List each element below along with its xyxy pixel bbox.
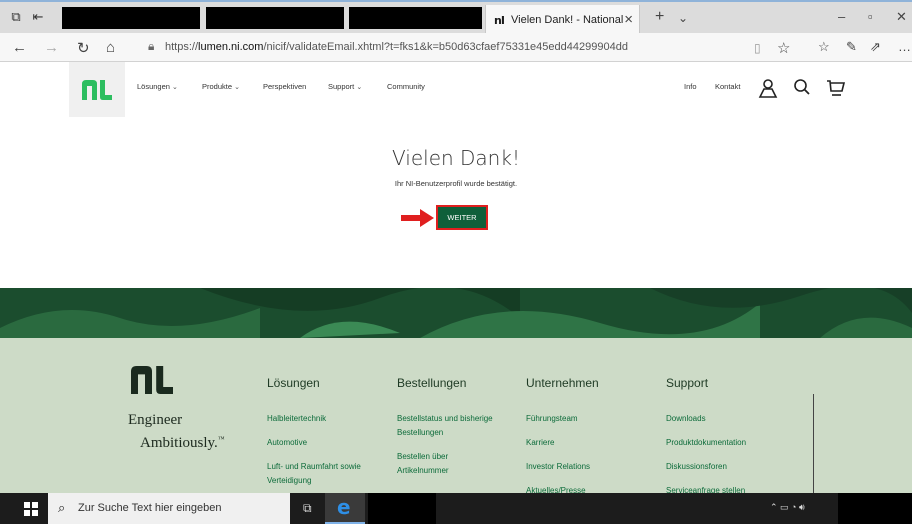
reading-view-icon[interactable]: ▯ [754, 41, 761, 55]
decorative-banner [0, 288, 912, 338]
home-icon[interactable]: ⌂ [106, 39, 115, 56]
search-icon: ⌕ [58, 500, 66, 515]
footer-link[interactable]: Karriere [526, 436, 644, 450]
share-icon[interactable]: ⇗ [870, 39, 881, 55]
lock-icon[interactable]: 🔒︎ [148, 39, 154, 54]
confirmation-message: Ihr NI-Benutzerprofil wurde bestätigt. [394, 179, 518, 188]
footer-column-unternehmen: Unternehmen Führungsteam Karriere Invest… [526, 376, 644, 493]
footer-link[interactable]: Investor Relations [526, 460, 644, 474]
chevron-down-icon: ⌄ [356, 84, 363, 91]
windows-taskbar: ⌕ Zur Suche Text hier eingeben ⧉ e ⌃ ▭ ◔… [0, 493, 912, 524]
page-title: Vielen Dank! [392, 146, 520, 170]
ni-footer-logo[interactable] [130, 366, 174, 394]
redacted-tab[interactable] [62, 7, 200, 29]
ni-favicon-icon: nI [494, 14, 505, 27]
favorites-list-icon[interactable]: ☆ [818, 39, 830, 55]
nav-info[interactable]: Info [684, 82, 697, 91]
task-view-icon[interactable]: ⧉ [303, 501, 312, 516]
footer-link[interactable]: Produktdokumentation [666, 436, 784, 450]
tab-title: Vielen Dank! - National [511, 14, 624, 26]
nav-loesungen[interactable]: Lösungen ⌄ [137, 82, 178, 91]
footer-heading: Support [666, 376, 709, 390]
footer-column-bestellungen: Bestellungen Bestellstatus und bisherige… [397, 376, 515, 488]
back-icon[interactable]: ← [12, 39, 27, 56]
set-aside-tabs-icon[interactable]: ⇤ [30, 10, 46, 24]
footer-link[interactable]: Downloads [666, 412, 784, 426]
site-header: Lösungen ⌄ Produkte ⌄ Perspektiven Suppo… [0, 62, 912, 117]
red-arrow-icon [401, 209, 434, 227]
footer-divider [813, 394, 814, 493]
footer-heading: Lösungen [267, 376, 320, 390]
chevron-down-icon: ⌄ [172, 84, 178, 91]
url-field[interactable]: https://lumen.ni.com/nicif/validateEmail… [165, 41, 628, 53]
refresh-icon[interactable]: ↻ [77, 39, 90, 57]
redacted-taskbar-item[interactable] [368, 493, 436, 524]
footer-link[interactable]: Luft- und Raumfahrt sowie Verteidigung [267, 460, 385, 488]
search-icon[interactable] [793, 78, 811, 96]
forward-icon[interactable]: → [44, 39, 59, 56]
footer-link[interactable]: Serviceanfrage stellen [666, 484, 784, 493]
edge-icon: e [337, 495, 351, 519]
restore-icon[interactable]: ▫ [868, 9, 873, 24]
nav-support[interactable]: Support ⌄ [328, 82, 362, 91]
footer-link[interactable]: Bestellstatus und bisherige Bestellungen [397, 412, 515, 440]
address-bar: ← → ↻ ⌂ 🔒︎ https://lumen.ni.com/nicif/va… [0, 33, 912, 62]
notes-pen-icon[interactable]: ✎ [846, 39, 857, 55]
footer-column-support: Support Downloads Produktdokumentation D… [666, 376, 784, 493]
footer-link[interactable]: Bestellen über Artikelnummer [397, 450, 487, 478]
system-tray-icons[interactable]: ⌃ ▭ ◔ 🔊︎ [770, 502, 805, 513]
taskbar-search-box[interactable]: ⌕ Zur Suche Text hier eingeben [48, 493, 290, 524]
footer-link[interactable]: Halbleitertechnik [267, 412, 385, 426]
new-tab-icon[interactable]: + [655, 8, 664, 26]
redacted-tab[interactable] [349, 7, 482, 29]
edge-taskbar-button[interactable]: e [325, 493, 365, 524]
slogan: Engineer Ambitiously.™ [128, 412, 225, 451]
windows-start-icon[interactable] [24, 502, 38, 516]
footer-link[interactable]: Diskussionsforen [666, 460, 784, 474]
minimize-icon[interactable]: – [838, 9, 845, 24]
nav-kontakt[interactable]: Kontakt [715, 82, 740, 91]
redacted-clock[interactable] [838, 493, 912, 524]
account-icon[interactable] [758, 78, 778, 98]
footer-link[interactable]: Führungsteam [526, 412, 644, 426]
nav-community[interactable]: Community [387, 82, 425, 91]
weiter-button[interactable]: WEITER [436, 205, 488, 230]
site-footer: Engineer Ambitiously.™ Lösungen Halbleit… [0, 338, 912, 493]
footer-heading: Unternehmen [526, 376, 599, 390]
close-tab-icon[interactable]: × [624, 11, 633, 28]
nav-produkte[interactable]: Produkte ⌄ [202, 82, 240, 91]
redacted-tab[interactable] [206, 7, 344, 29]
cart-icon[interactable] [826, 78, 846, 98]
footer-heading: Bestellungen [397, 376, 467, 390]
chevron-down-icon: ⌄ [234, 84, 240, 91]
footer-link[interactable]: Automotive [267, 436, 385, 450]
close-window-icon[interactable]: ✕ [896, 9, 907, 25]
footer-column-loesungen: Lösungen Halbleitertechnik Automotive Lu… [267, 376, 385, 493]
browser-tab-bar: ⧉ ⇤ nI Vielen Dank! - National × + ⌄ – ▫… [0, 0, 912, 35]
search-placeholder: Zur Suche Text hier eingeben [78, 502, 222, 514]
footer-link[interactable]: Aktuelles/Presse [526, 484, 644, 493]
ni-logo[interactable] [69, 62, 125, 117]
nav-perspektiven[interactable]: Perspektiven [263, 82, 306, 91]
tab-list-chevron-icon[interactable]: ⌄ [678, 11, 688, 25]
favorite-star-icon[interactable]: ☆ [777, 39, 790, 57]
tab-preview-icon[interactable]: ⧉ [8, 10, 24, 24]
more-icon[interactable]: … [898, 39, 911, 54]
active-tab[interactable]: nI Vielen Dank! - National × [485, 5, 640, 35]
